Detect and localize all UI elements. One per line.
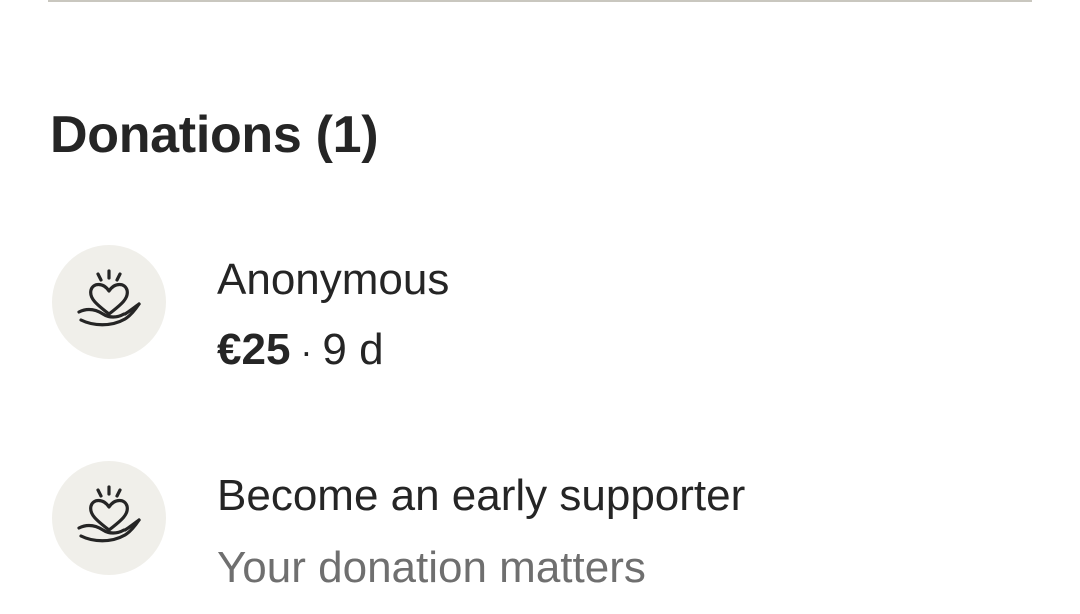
supporter-subtitle: Your donation matters [217, 543, 646, 592]
supporter-title: Become an early supporter [217, 471, 746, 520]
heart-in-hand-icon [77, 269, 141, 327]
donation-age: 9 d [322, 325, 384, 374]
donation-meta: €25 · 9 d [217, 324, 384, 378]
section-divider [48, 0, 1032, 2]
donations-page: Donations (1) Anonymous €25 · 9 d Become… [0, 0, 1080, 614]
heart-in-hand-icon [77, 485, 141, 543]
donation-amount: €25 [217, 325, 291, 374]
meta-separator: · [300, 331, 313, 372]
supporter-avatar [52, 461, 166, 575]
donations-title: Donations (1) [50, 106, 379, 164]
become-supporter-item[interactable]: Become an early supporter Your donation … [50, 460, 1030, 592]
donor-avatar [52, 245, 166, 359]
donor-name: Anonymous [217, 255, 450, 304]
donation-list-item[interactable]: Anonymous €25 · 9 d [50, 244, 1030, 374]
